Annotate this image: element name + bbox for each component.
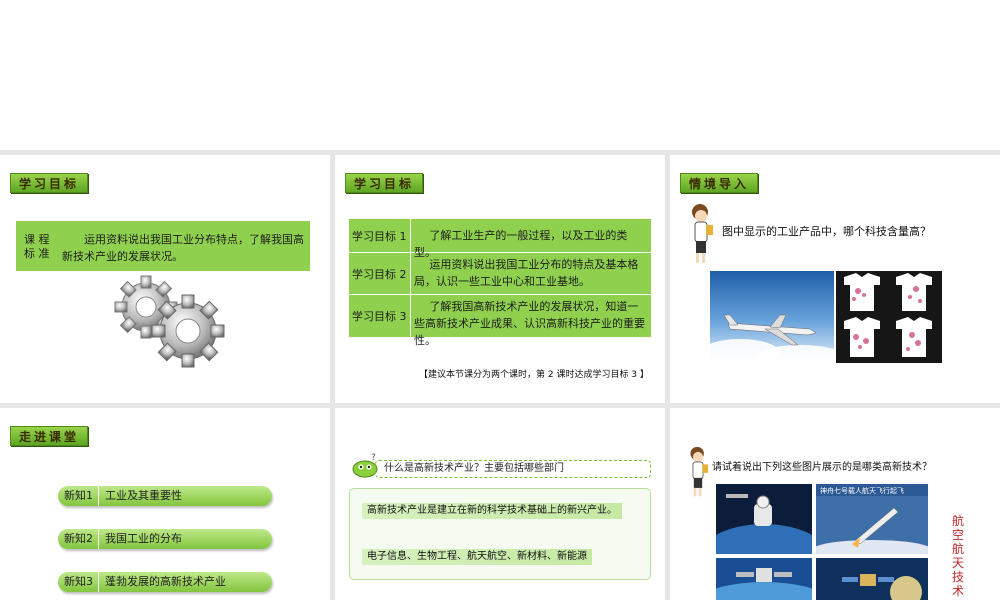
slide-thumbnail-1[interactable]: 学习目标 课 程 标 准 运用资料说出我国工业分布特点，了解我国高新技术产业的发… [0, 155, 330, 403]
question-text: 请试着说出下列这些图片展示的是哪类高新技术？ [712, 462, 932, 473]
new-knowledge-item-3[interactable]: 新知3 蓬勃发展的高新技术产业 [58, 572, 272, 592]
learning-goals-table: 学习目标 1 了解工业生产的一般过程，以及工业的类型。 学习目标 2 运用资料说… [349, 219, 651, 347]
space-station-image [716, 558, 812, 600]
goal-label: 学习目标 2 [349, 253, 411, 294]
printed-tshirts-image [836, 271, 942, 363]
goal-row: 学习目标 1 了解工业生产的一般过程，以及工业的类型。 [349, 219, 651, 259]
lesson-note: 【建议本节课分为两个课时，第 2 课时达成学习目标 3 】 [419, 370, 649, 380]
answer-definition: 高新技术产业是建立在新的科学技术基础上的新兴产业。 [362, 503, 622, 519]
answer-vertical-text: 航空航天技术 [952, 514, 965, 598]
section-tag: 学习目标 [10, 173, 89, 193]
section-tag: 学习目标 [345, 173, 424, 193]
slide-thumbnail-5[interactable]: ? 什么是高新技术产业？主要包括哪些部门 高新技术产业是建立在新的科学技术基础上… [335, 408, 665, 600]
goal-text: 了解我国高新技术产业的发展状况，知道一些高新技术产业成果、认识高新科技产业的重要… [414, 300, 645, 347]
answer-sectors: 电子信息、生物工程、航天航空、新材料、新能源 [362, 549, 592, 565]
curriculum-standard-box: 课 程 标 准 运用资料说出我国工业分布特点，了解我国高新技术产业的发展状况。 [16, 221, 310, 271]
item-text: 工业及其重要性 [98, 486, 182, 506]
lunar-probe-image [816, 558, 928, 600]
cartoon-girl-icon [690, 446, 709, 497]
standard-text: 运用资料说出我国工业分布特点，了解我国高新技术产业的发展状况。 [62, 233, 304, 263]
standard-label: 课 程 标 准 [24, 233, 50, 260]
slide-thumbnail-3[interactable]: 情境导入 图中显示的工业产品中，哪个科技含量高？ [670, 155, 1000, 403]
goal-label: 学习目标 3 [349, 295, 411, 337]
gears-icon [114, 275, 225, 368]
spacewalk-image [716, 484, 812, 554]
goal-row: 学习目标 2 运用资料说出我国工业分布的特点及基本格局，认识一些工业中心和工业基… [349, 253, 651, 295]
new-knowledge-item-1[interactable]: 新知1 工业及其重要性 [58, 486, 272, 506]
item-number: 新知2 [64, 532, 93, 545]
slide-thumbnail-4[interactable]: 走进课堂 新知1 工业及其重要性 新知2 我国工业的分布 新知3 蓬勃发展的高新… [0, 408, 330, 600]
slide-thumbnail-6[interactable]: 请试着说出下列这些图片展示的是哪类高新技术？ 神舟七号载人航天飞行起飞 航空航天… [670, 408, 1000, 600]
item-number: 新知1 [64, 489, 93, 502]
item-number: 新知3 [64, 575, 93, 588]
goal-text: 了解工业生产的一般过程，以及工业的类型。 [414, 229, 628, 259]
item-text: 蓬勃发展的高新技术产业 [98, 572, 226, 592]
goal-row: 学习目标 3 了解我国高新技术产业的发展状况，知道一些高新技术产业成果、认识高新… [349, 295, 651, 347]
answer-box: 高新技术产业是建立在新的科学技术基础上的新兴产业。 电子信息、生物工程、航天航空… [349, 488, 651, 580]
cartoon-girl-icon [692, 204, 713, 263]
item-text: 我国工业的分布 [98, 529, 182, 549]
slide-thumbnail-2[interactable]: 学习目标 学习目标 1 了解工业生产的一般过程，以及工业的类型。 学习目标 2 … [335, 155, 665, 403]
goal-text: 运用资料说出我国工业分布的特点及基本格局，认识一些工业中心和工业基地。 [414, 258, 639, 288]
section-tag: 情境导入 [680, 173, 759, 193]
goal-label: 学习目标 1 [349, 219, 411, 252]
section-tag: 走进课堂 [10, 426, 89, 446]
question-bar: 什么是高新技术产业？主要包括哪些部门 [375, 460, 651, 478]
image-caption: 神舟七号载人航天飞行起飞 [820, 487, 904, 495]
new-knowledge-item-2[interactable]: 新知2 我国工业的分布 [58, 529, 272, 549]
airplane-image [710, 271, 834, 363]
question-text: 图中显示的工业产品中，哪个科技含量高？ [722, 225, 931, 238]
